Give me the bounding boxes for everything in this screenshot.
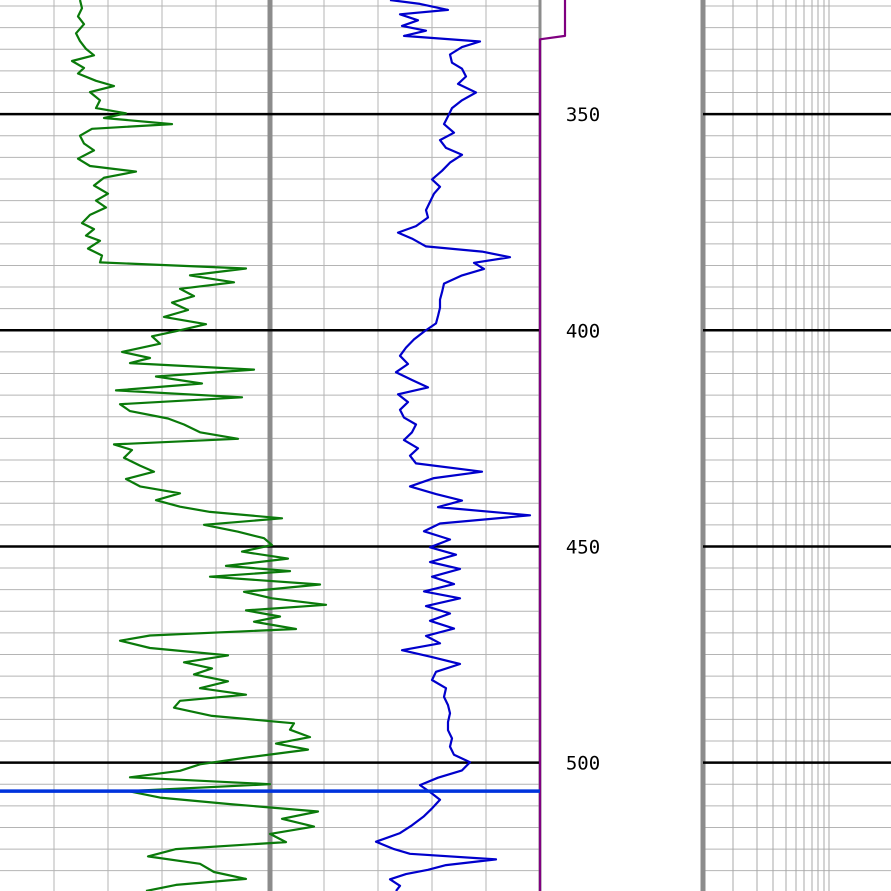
depth-label: 400 xyxy=(566,320,600,342)
curves xyxy=(70,0,567,891)
log-curve-middle xyxy=(374,0,532,891)
log-curve-right-edge xyxy=(538,0,567,891)
depth-labels: 350 400 450 500 xyxy=(566,104,600,774)
grid xyxy=(0,0,891,891)
depth-label: 500 xyxy=(566,753,600,775)
well-log-chart: 350 400 450 500 xyxy=(0,0,891,891)
depth-label: 450 xyxy=(566,536,600,558)
depth-label: 350 xyxy=(566,104,600,126)
log-curve-left xyxy=(70,0,328,891)
